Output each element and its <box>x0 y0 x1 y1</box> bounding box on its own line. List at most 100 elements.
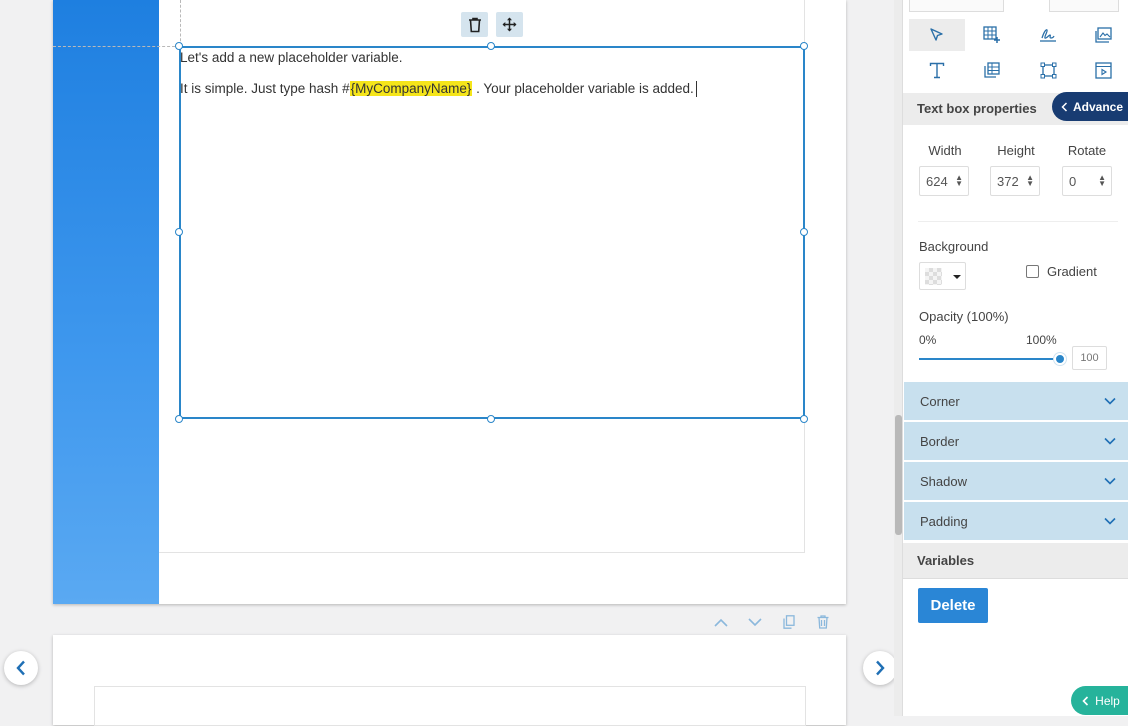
help-label: Help <box>1095 693 1120 708</box>
next-page-button[interactable] <box>863 651 897 685</box>
transparent-swatch <box>925 268 942 285</box>
trash-icon <box>468 17 481 32</box>
opacity-max-label: 100% <box>1026 333 1057 347</box>
variables-header[interactable]: Variables <box>903 543 1128 579</box>
video-icon <box>1094 61 1112 79</box>
select-tool[interactable] <box>909 19 965 51</box>
opacity-label: Opacity (100%) <box>919 309 1009 324</box>
height-stepper-icon[interactable]: ▲ ▼ <box>1026 174 1034 188</box>
alignment-guide-vertical <box>180 0 181 46</box>
delete-page-button[interactable] <box>815 614 831 630</box>
chevron-down-icon <box>1104 477 1116 485</box>
gradient-label: Gradient <box>1047 264 1097 279</box>
trash-icon <box>817 615 829 629</box>
move-element-button[interactable] <box>496 12 523 37</box>
chevron-up-icon <box>714 618 728 627</box>
text-line-2-start: It is simple. Just type hash # <box>180 81 350 96</box>
text-caret <box>695 81 697 98</box>
placeholder-variable[interactable]: {MyCompanyName} <box>349 81 473 96</box>
resize-handle-top-right[interactable] <box>800 42 808 50</box>
caret-down-icon <box>953 275 961 279</box>
chevron-left-icon <box>1082 695 1089 706</box>
advance-button-label: Advance <box>1072 99 1124 114</box>
corner-accordion[interactable]: Corner <box>904 382 1128 421</box>
border-label: Border <box>920 433 960 449</box>
rotate-value: 0 <box>1069 173 1077 189</box>
move-icon <box>502 17 517 32</box>
resize-handle-bottom-left[interactable] <box>175 415 183 423</box>
shape-tool[interactable] <box>1020 54 1076 86</box>
border-accordion[interactable]: Border <box>904 422 1128 461</box>
opacity-slider-fill <box>919 358 1060 360</box>
padding-label: Padding <box>920 513 968 529</box>
canvas-scrollbar-thumb[interactable] <box>895 415 902 535</box>
corner-label: Corner <box>920 393 960 409</box>
panel-top-tab-1[interactable] <box>909 0 1004 12</box>
canvas-scrollbar[interactable] <box>894 0 902 716</box>
rotate-label: Rotate <box>1067 143 1107 158</box>
width-label: Width <box>928 143 962 158</box>
text-tool[interactable] <box>909 54 965 86</box>
table-tool[interactable] <box>964 19 1020 51</box>
width-value: 624 <box>926 173 948 189</box>
divider <box>918 221 1118 222</box>
signature-tool[interactable] <box>1020 19 1076 51</box>
resize-handle-bottom[interactable] <box>487 415 495 423</box>
resize-handle-left[interactable] <box>175 228 183 236</box>
resize-handle-top[interactable] <box>487 42 495 50</box>
height-value: 372 <box>997 173 1019 189</box>
panel-top-tab-2[interactable] <box>1049 0 1119 12</box>
image-tool[interactable] <box>1075 19 1128 51</box>
opacity-value-input[interactable]: 100 <box>1072 346 1107 370</box>
width-input[interactable]: 624 ▲ ▼ <box>919 166 969 196</box>
opacity-slider-thumb[interactable] <box>1054 353 1066 365</box>
text-box[interactable] <box>179 46 805 419</box>
alignment-guide-horizontal <box>53 46 180 47</box>
chevron-down-icon <box>748 617 762 626</box>
chevron-left-icon <box>16 660 25 676</box>
height-input[interactable]: 372 ▲ ▼ <box>990 166 1040 196</box>
height-label: Height <box>997 143 1035 158</box>
opacity-min-label: 0% <box>919 333 937 347</box>
chevron-down-icon <box>1104 437 1116 445</box>
chevron-down-icon <box>1104 397 1116 405</box>
delete-button[interactable]: Delete <box>918 588 988 623</box>
signature-icon <box>1040 29 1056 42</box>
page-side-strip[interactable] <box>53 0 159 604</box>
resize-handle-bottom-right[interactable] <box>800 415 808 423</box>
padding-accordion[interactable]: Padding <box>904 502 1128 541</box>
table-add-icon <box>983 26 1000 43</box>
help-button[interactable]: Help <box>1071 686 1128 715</box>
text-line-1[interactable]: Let's add a new placeholder variable. <box>180 50 402 65</box>
duplicate-page-button[interactable] <box>781 614 797 630</box>
background-label: Background <box>919 239 989 254</box>
rotate-stepper-icon[interactable]: ▲ ▼ <box>1098 174 1106 188</box>
frame-icon <box>1040 62 1056 78</box>
move-page-up-button[interactable] <box>713 614 729 630</box>
text-icon <box>929 62 945 78</box>
image-icon <box>1094 27 1112 43</box>
copy-table-icon <box>984 61 1000 78</box>
text-line-2-end: . Your placeholder variable is added. <box>472 81 694 96</box>
cursor-icon <box>930 28 943 41</box>
chevron-right-icon <box>876 660 885 676</box>
chevron-left-icon <box>1061 101 1068 112</box>
video-tool[interactable] <box>1075 54 1128 86</box>
shadow-label: Shadow <box>920 473 967 489</box>
previous-page-button[interactable] <box>4 651 38 685</box>
gradient-checkbox[interactable] <box>1026 265 1039 278</box>
copy-icon <box>783 615 795 629</box>
rotate-input[interactable]: 0 ▲ ▼ <box>1062 166 1112 196</box>
move-page-down-button[interactable] <box>747 614 763 630</box>
text-line-1-content: Let's add a new placeholder variable. <box>180 50 403 65</box>
resize-handle-right[interactable] <box>800 228 808 236</box>
shadow-accordion[interactable]: Shadow <box>904 462 1128 501</box>
resize-handle-top-left[interactable] <box>175 42 183 50</box>
copy-style-tool[interactable] <box>964 54 1020 86</box>
text-line-2[interactable]: It is simple. Just type hash #{MyCompany… <box>180 81 697 98</box>
properties-title: Text box properties <box>917 101 1037 116</box>
chevron-down-icon <box>1104 517 1116 525</box>
advance-button[interactable]: Advance <box>1052 92 1128 121</box>
delete-element-button[interactable] <box>461 12 488 37</box>
width-stepper-icon[interactable]: ▲ ▼ <box>955 174 963 188</box>
